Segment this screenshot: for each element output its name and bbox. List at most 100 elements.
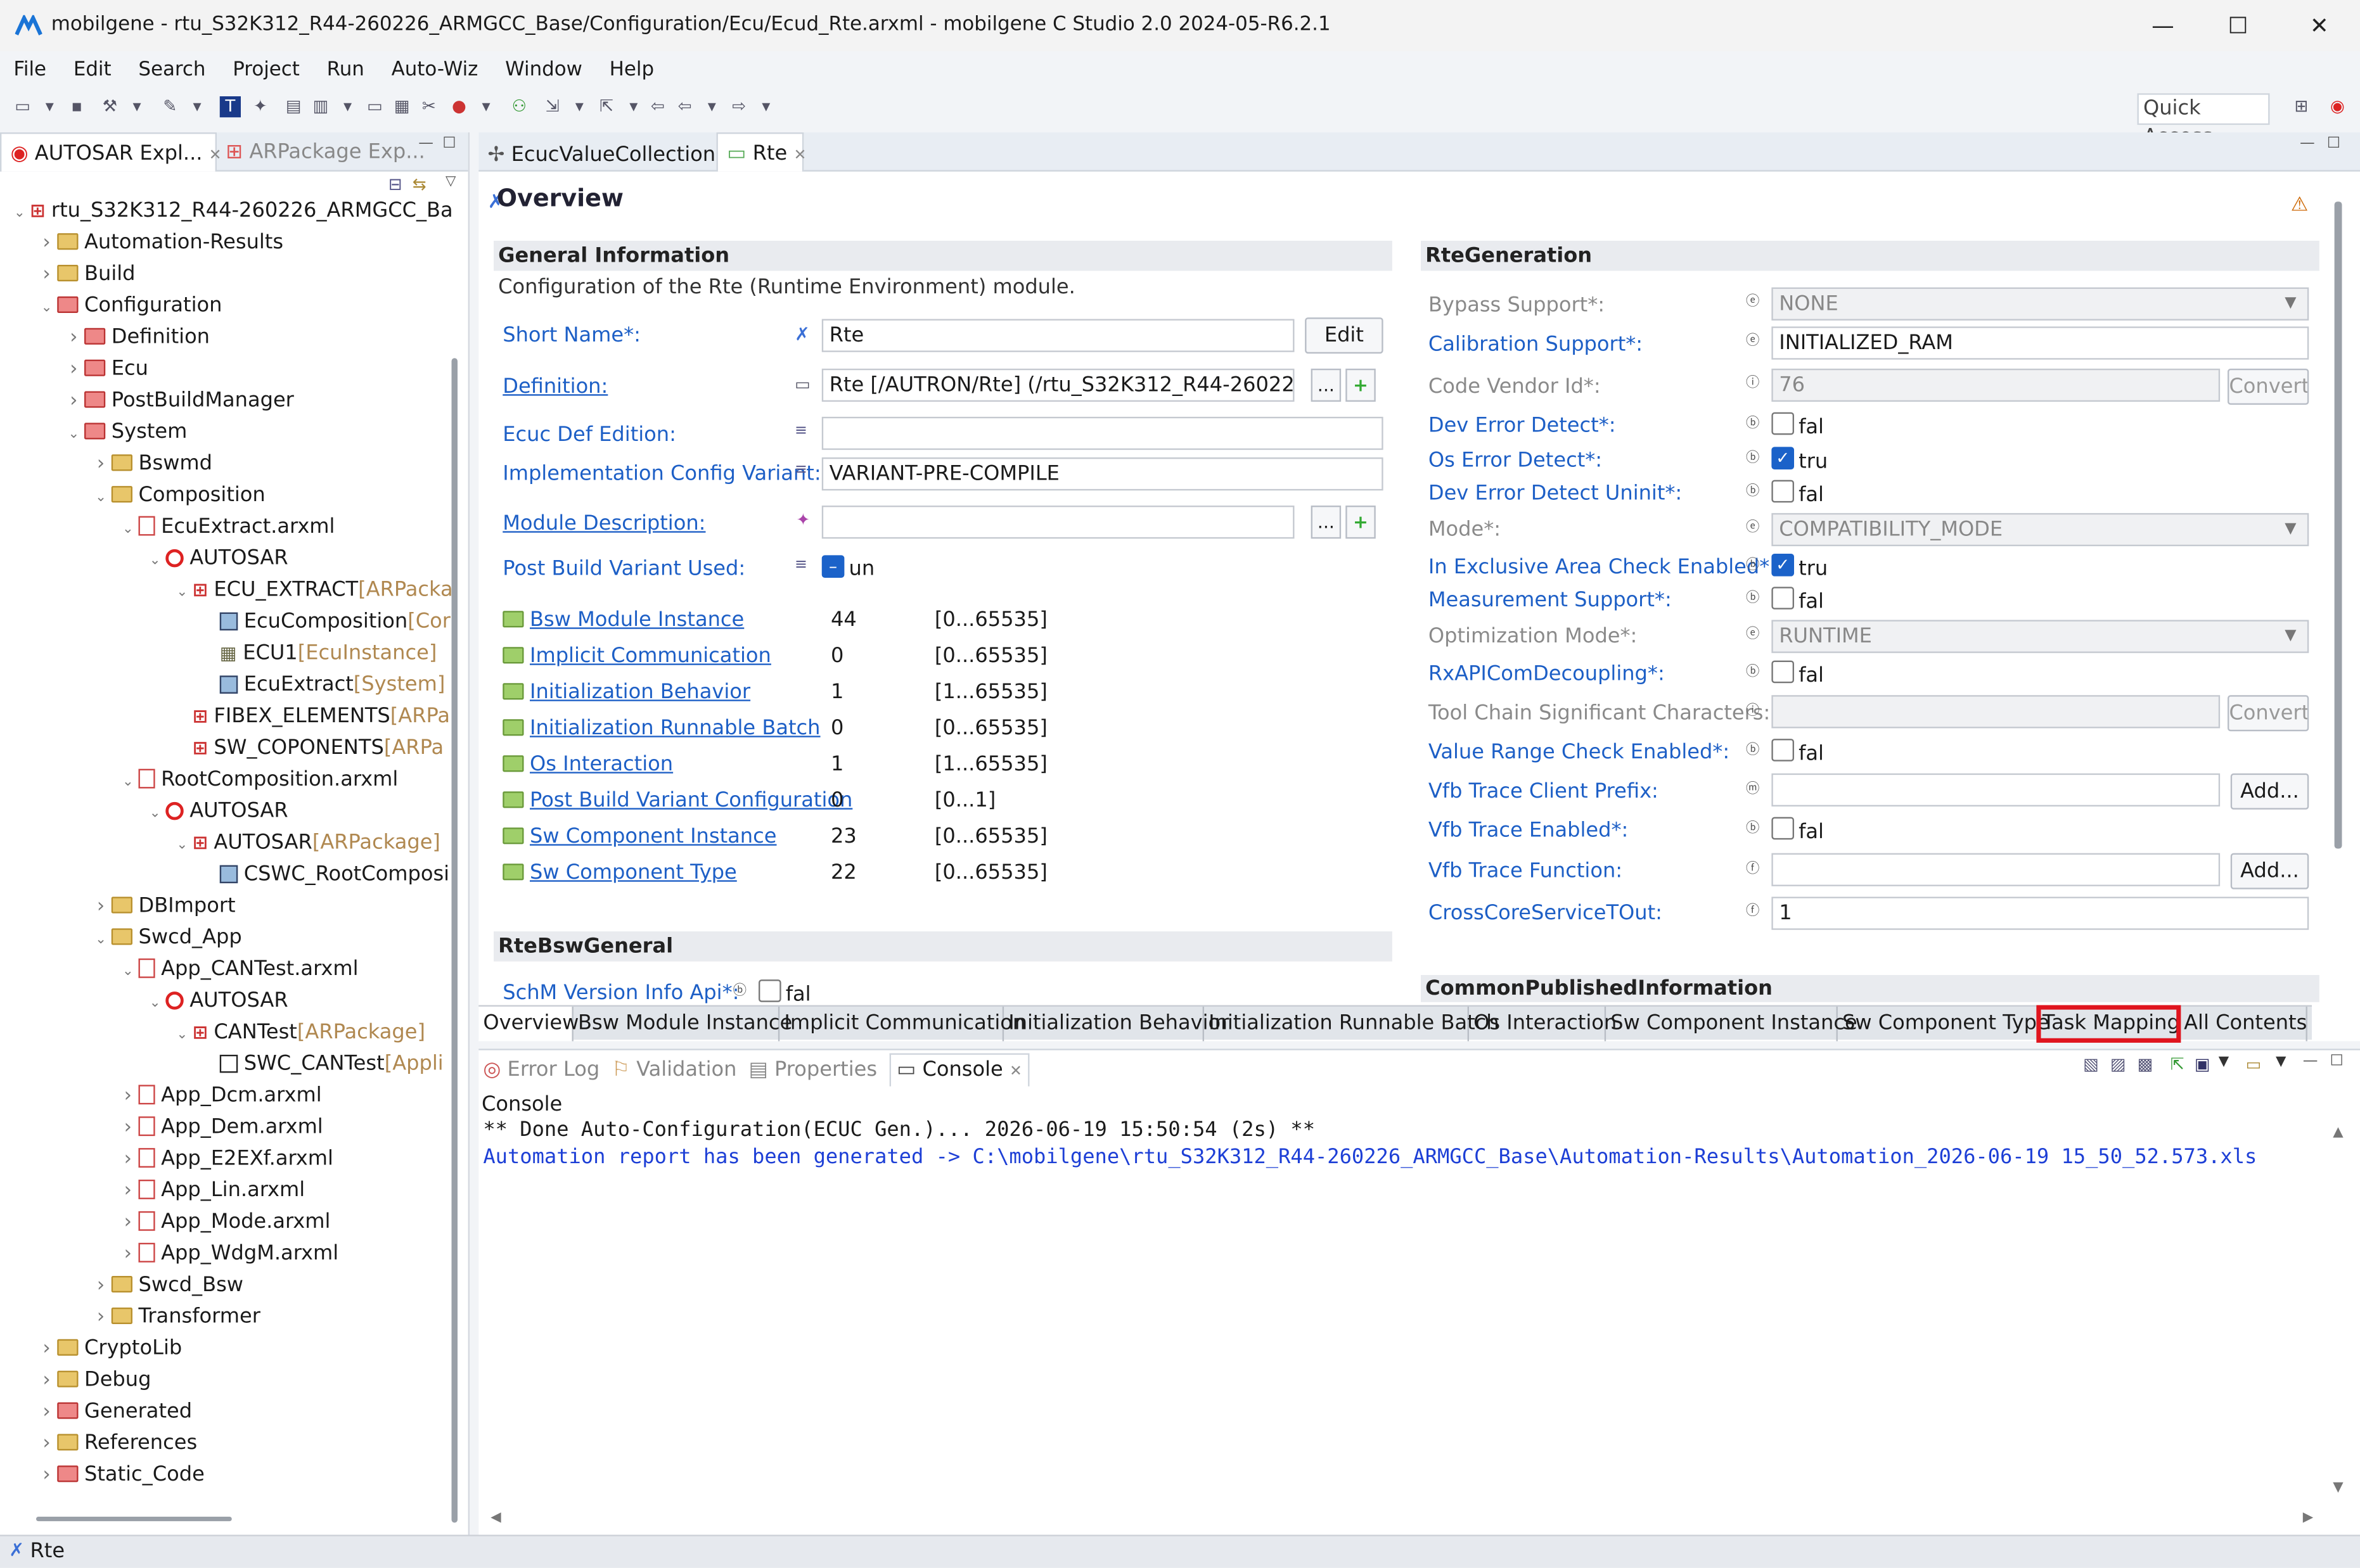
tab-initialization-behavior[interactable]: Initialization Behavior xyxy=(1004,1006,1229,1042)
chevron-down-icon[interactable]: ⌄ xyxy=(91,926,112,957)
tree-item[interactable]: ⌄ EcuExtract.arxml xyxy=(117,512,335,544)
definition-field[interactable]: Rte [/AUTRON/Rte] (/rtu_S32K312_R44-2602… xyxy=(821,368,1295,402)
tree-item[interactable]: SWC_CANTest[Appli xyxy=(199,1049,444,1080)
dropdown-icon[interactable]: ▾ xyxy=(39,96,60,117)
menu-auto-wiz[interactable]: Auto-Wiz xyxy=(392,58,478,80)
chevron-right-icon[interactable]: › xyxy=(36,1365,57,1396)
tab-task-mapping[interactable]: Task Mapping xyxy=(2036,1005,2181,1043)
chevron-down-icon[interactable]: ▼ xyxy=(2285,295,2296,312)
code-vendor-id-field[interactable]: 76 xyxy=(1771,368,2221,402)
definition-link[interactable]: Definition: xyxy=(503,373,608,400)
folder-icon[interactable]: ▭ xyxy=(364,96,385,117)
back-arrow-icon[interactable]: ⇦ xyxy=(647,96,668,117)
tree-item[interactable]: › CryptoLib xyxy=(36,1333,182,1365)
chevron-right-icon[interactable]: › xyxy=(91,1301,112,1333)
dev-error-detect-uninit-checkbox[interactable] xyxy=(1771,480,1794,503)
chevron-down-icon[interactable]: ⌄ xyxy=(172,578,193,609)
tree-item[interactable]: ⌄ RootComposition.arxml xyxy=(117,765,398,796)
editor-scrollbar[interactable] xyxy=(2334,201,2342,849)
dropdown-icon[interactable]: ▾ xyxy=(569,96,590,117)
minimize-editor-icon[interactable]: — xyxy=(2300,136,2315,152)
container-link[interactable]: Initialization Behavior xyxy=(530,679,750,706)
forward-arrow-icon[interactable]: ⇨ xyxy=(729,96,750,117)
vfb-trace-client-prefix-field[interactable] xyxy=(1771,773,2221,806)
nav-icon[interactable]: ⇲ xyxy=(542,96,563,117)
dropdown-icon[interactable]: ▾ xyxy=(755,96,776,117)
mode-select[interactable]: COMPATIBILITY_MODE xyxy=(1771,513,2309,547)
chevron-right-icon[interactable]: › xyxy=(36,1333,57,1365)
tree-item[interactable]: EcuComposition[Cor xyxy=(199,606,451,638)
ecuc-def-edition-field[interactable] xyxy=(821,416,1383,450)
tab-rte[interactable]: ▭ Rte ✕ xyxy=(716,132,806,172)
tree-item[interactable]: › DBImport xyxy=(91,891,236,922)
chevron-down-icon[interactable]: ⌄ xyxy=(117,957,138,989)
chevron-right-icon[interactable]: › xyxy=(117,1175,138,1207)
tree-item[interactable]: ⌄ ⊞ rtu_S32K312_R44-260226_ARMGCC_Base xyxy=(9,196,452,227)
scroll-lock-icon[interactable]: ▨ xyxy=(2110,1055,2126,1074)
dropdown-icon[interactable]: ▾ xyxy=(187,96,208,117)
record-icon[interactable]: ● xyxy=(449,96,470,117)
chevron-down-icon[interactable]: ▼ xyxy=(2285,627,2296,644)
menu-search[interactable]: Search xyxy=(138,58,205,80)
tree-item[interactable]: EcuExtract[System] xyxy=(199,670,445,701)
chevron-down-icon[interactable]: ⌄ xyxy=(36,293,57,325)
add-prefix-button[interactable]: Add... xyxy=(2230,773,2309,810)
chevron-right-icon[interactable]: › xyxy=(36,259,57,291)
chevron-down-icon[interactable]: ⌄ xyxy=(144,546,165,578)
tree-item[interactable]: ⌄ App_CANTest.arxml xyxy=(117,954,359,989)
chevron-down-icon[interactable]: ⌄ xyxy=(144,988,165,1020)
tab-error-log[interactable]: ◎ Error Log xyxy=(483,1058,600,1082)
module-description-link[interactable]: Module Description: xyxy=(503,510,705,537)
open-console-icon[interactable]: ▭ xyxy=(2246,1055,2262,1074)
menu-file[interactable]: File xyxy=(13,58,46,80)
optimization-mode-select[interactable]: RUNTIME xyxy=(1771,620,2309,653)
rx-api-com-decoupling-checkbox[interactable] xyxy=(1771,660,1794,684)
impl-config-variant-field[interactable]: VARIANT-PRE-COMPILE xyxy=(821,457,1383,491)
tree-item[interactable]: › Build xyxy=(36,259,135,291)
chevron-right-icon[interactable]: › xyxy=(91,1270,112,1302)
container-link[interactable]: Post Build Variant Configuration xyxy=(530,787,852,814)
tree-item[interactable]: ⌄ AUTOSAR xyxy=(144,796,288,827)
tab-overview[interactable]: Overview xyxy=(478,1006,579,1042)
tree-item[interactable]: › App_Dem.arxml xyxy=(117,1112,323,1144)
chevron-right-icon[interactable]: › xyxy=(36,1460,57,1491)
tree-item[interactable]: › Transformer xyxy=(91,1301,260,1333)
new-icon[interactable]: ▭ xyxy=(12,96,33,117)
vfb-trace-function-field[interactable] xyxy=(1771,853,2221,886)
chevron-right-icon[interactable]: › xyxy=(91,891,112,922)
container-link[interactable]: Initialization Runnable Batch xyxy=(530,715,821,742)
chevron-right-icon[interactable]: › xyxy=(91,449,112,480)
tree-hscrollbar[interactable] xyxy=(36,1517,232,1522)
maximize-editor-icon[interactable]: ☐ xyxy=(2327,136,2340,152)
tab-bsw-module-instance[interactable]: Bsw Module Instance xyxy=(574,1006,792,1042)
chevron-right-icon[interactable]: › xyxy=(36,1396,57,1428)
close-tab-icon[interactable]: ✕ xyxy=(793,148,806,164)
container-link[interactable]: Sw Component Instance xyxy=(530,823,777,850)
tab-os-interaction[interactable]: Os Interaction xyxy=(1469,1006,1617,1042)
tab-sw-component-instance[interactable]: Sw Component Instance xyxy=(1606,1006,1857,1042)
chevron-down-icon[interactable]: ▼ xyxy=(2276,1055,2286,1070)
tree-item[interactable]: › App_WdgM.arxml xyxy=(117,1239,338,1270)
save-icon[interactable]: ▪ xyxy=(67,96,87,117)
tree-item[interactable]: ⌄ Configuration xyxy=(36,290,222,322)
pin-console-icon[interactable]: ⇱ xyxy=(2171,1055,2184,1074)
container-link[interactable]: Bsw Module Instance xyxy=(530,606,744,634)
tree-item[interactable]: ⌄ AUTOSAR xyxy=(144,543,288,575)
tree-item[interactable]: ⊞ SW_COPONENTS[ARPa xyxy=(172,733,444,765)
clear-console-icon[interactable]: ▧ xyxy=(2083,1055,2099,1074)
tab-sw-component-type[interactable]: Sw Component Type xyxy=(1838,1006,2049,1042)
tree-item[interactable]: › App_Lin.arxml xyxy=(117,1175,305,1207)
chevron-down-icon[interactable]: ▼ xyxy=(2219,1055,2229,1070)
tree-item[interactable]: › App_Mode.arxml xyxy=(117,1207,331,1239)
view-menu-icon[interactable]: ▽ xyxy=(446,175,456,190)
close-tab-icon[interactable]: ✕ xyxy=(1010,1064,1022,1080)
add-definition-button[interactable]: + xyxy=(1345,368,1376,402)
tab-ecuc-value-collection[interactable]: ✢ EcucValueCollection xyxy=(478,136,724,172)
tab-initialization-runnable-batch[interactable]: Initialization Runnable Batch xyxy=(1204,1006,1499,1042)
container-link[interactable]: Sw Component Type xyxy=(530,859,737,886)
wand-icon[interactable]: ✎ xyxy=(160,96,181,117)
add-description-button[interactable]: + xyxy=(1345,506,1376,539)
tree-item[interactable]: › Debug xyxy=(36,1365,151,1396)
tree-item[interactable]: ⌄ AUTOSAR xyxy=(144,986,288,1017)
build-icon[interactable]: ⚒ xyxy=(99,96,120,117)
